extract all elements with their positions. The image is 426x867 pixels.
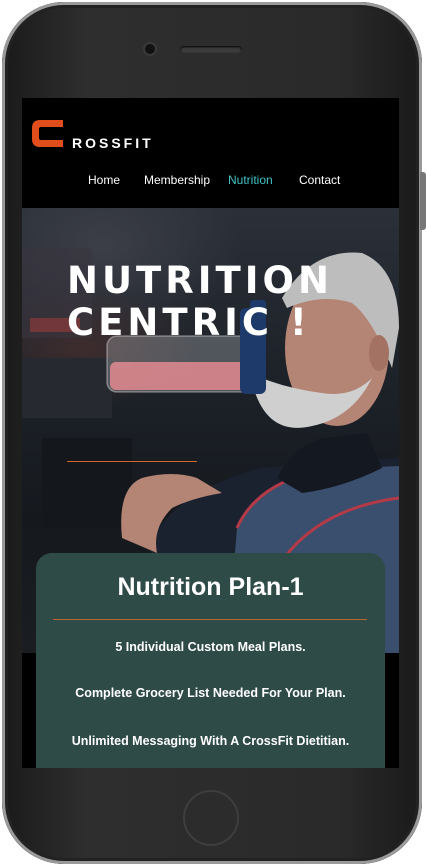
plan-feature: Unlimited Messaging With A CrossFit Diet… (71, 734, 350, 748)
hero-divider (67, 461, 197, 462)
phone-side-button (420, 172, 426, 230)
nav-contact[interactable]: Contact (299, 173, 340, 187)
nav-nutrition[interactable]: Nutrition (228, 173, 273, 187)
phone-screen: ROSSFIT Home Membership Nutrition Contac… (22, 98, 399, 768)
earpiece-speaker (180, 46, 242, 53)
nav-membership[interactable]: Membership (144, 173, 210, 187)
main-nav: Home Membership Nutrition Contact (22, 173, 399, 195)
plan-feature: 5 Individual Custom Meal Plans. (115, 640, 306, 654)
hero-title: NUTRITION CENTRIC ! (67, 260, 333, 344)
nav-home[interactable]: Home (88, 173, 120, 187)
nutrition-plan-card: Nutrition Plan-1 5 Individual Custom Mea… (36, 553, 385, 768)
logo-wordmark: ROSSFIT (72, 135, 154, 151)
plan-feature: Complete Grocery List Needed For Your Pl… (75, 686, 346, 700)
plan-divider (53, 619, 367, 620)
crossfit-logo[interactable]: ROSSFIT (30, 118, 170, 158)
hero-title-line2: CENTRIC ! (67, 301, 311, 344)
plan-title: Nutrition Plan-1 (117, 573, 304, 601)
logo-c-mark-icon (32, 120, 63, 147)
hero-title-line1: NUTRITION (67, 259, 333, 302)
front-camera-icon (145, 44, 155, 54)
home-button[interactable] (183, 790, 239, 846)
site-header: ROSSFIT Home Membership Nutrition Contac… (22, 98, 399, 208)
